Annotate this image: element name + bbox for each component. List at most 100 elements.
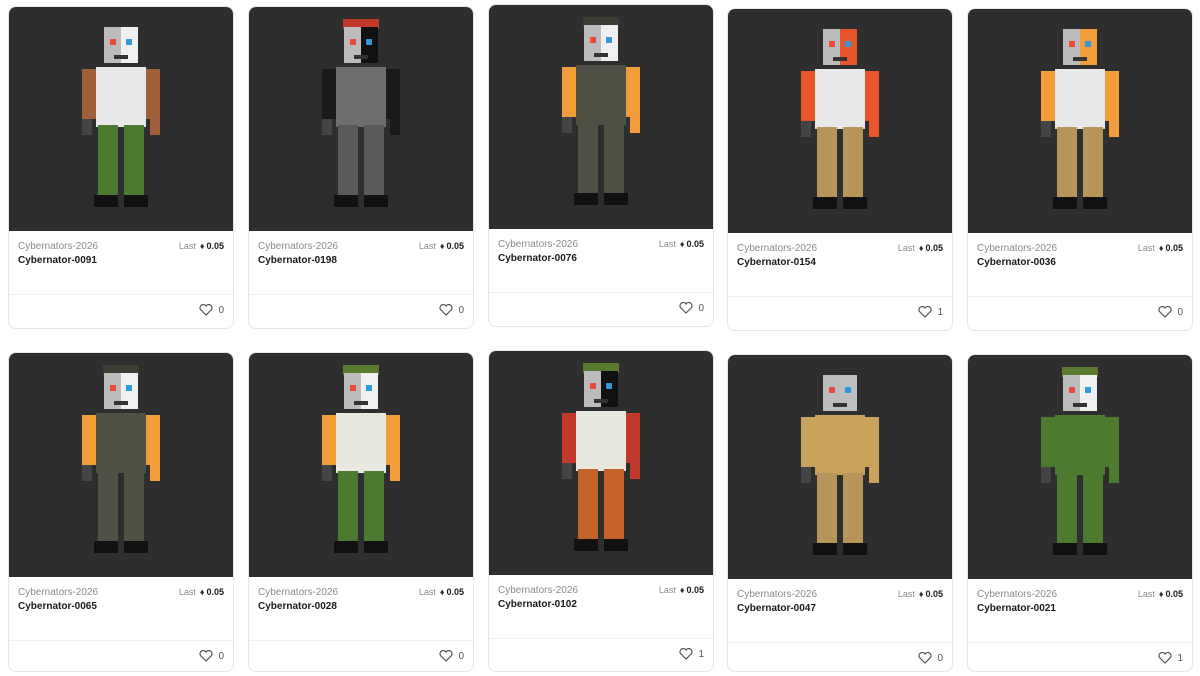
like-button[interactable]: 0 xyxy=(439,304,464,316)
eye-shape xyxy=(126,385,132,391)
like-button[interactable]: 0 xyxy=(439,650,464,662)
like-button[interactable]: 1 xyxy=(918,306,943,318)
eth-icon: ♦ xyxy=(199,241,205,251)
eye-shape xyxy=(126,39,132,45)
item-name[interactable]: Cybernator-0047 xyxy=(737,603,943,614)
nft-image[interactable] xyxy=(249,353,473,577)
character-art xyxy=(322,19,400,207)
right-boot-shape xyxy=(843,543,867,555)
left-hand-shape xyxy=(82,119,92,135)
nft-card[interactable]: Cybernators-2026 Cybernator-0091 Last ♦ 0.05… xyxy=(8,6,234,329)
left-arm-shape xyxy=(322,69,336,119)
nft-card[interactable]: Cybernators-2026 Cybernator-0102 Last ♦ 0.05… xyxy=(488,350,714,672)
item-name[interactable]: Cybernator-0154 xyxy=(737,257,943,268)
like-count: 0 xyxy=(218,650,224,662)
left-leg-shape xyxy=(578,123,598,193)
item-name[interactable]: Cybernator-0198 xyxy=(258,255,464,266)
last-price: Last ♦ 0.05 xyxy=(178,587,224,597)
left-arm-shape xyxy=(562,67,576,117)
item-name[interactable]: Cybernator-0076 xyxy=(498,253,704,264)
item-name[interactable]: Cybernator-0028 xyxy=(258,601,464,612)
nft-image[interactable] xyxy=(968,9,1192,233)
right-boot-shape xyxy=(1083,543,1107,555)
nft-image[interactable] xyxy=(489,5,713,229)
like-button[interactable]: 0 xyxy=(679,302,704,314)
like-button[interactable]: 1 xyxy=(679,648,704,660)
heart-icon xyxy=(679,648,694,660)
red-eye-shape xyxy=(110,39,116,45)
nft-image[interactable] xyxy=(489,351,713,575)
torso-shape xyxy=(96,67,146,127)
right-hand-shape xyxy=(869,121,879,137)
torso-shape xyxy=(1055,415,1105,475)
item-name[interactable]: Cybernator-0036 xyxy=(977,257,1183,268)
nft-image[interactable] xyxy=(728,355,952,579)
like-count: 1 xyxy=(1177,652,1183,664)
left-hand-shape xyxy=(801,121,811,137)
heart-icon xyxy=(1158,652,1173,664)
character-art xyxy=(322,365,400,553)
nft-image[interactable] xyxy=(249,7,473,231)
last-price: Last ♦ 0.05 xyxy=(897,589,943,599)
left-boot-shape xyxy=(1053,197,1077,209)
character-art xyxy=(801,29,879,209)
item-name[interactable]: Cybernator-0091 xyxy=(18,255,224,266)
red-eye-shape xyxy=(350,385,356,391)
like-button[interactable]: 0 xyxy=(918,652,943,664)
nft-image[interactable] xyxy=(968,355,1192,579)
left-boot-shape xyxy=(94,541,118,553)
eye-shape xyxy=(845,41,851,47)
left-hand-shape xyxy=(562,117,572,133)
mouth-shape xyxy=(833,57,847,61)
right-boot-shape xyxy=(1083,197,1107,209)
right-leg-shape xyxy=(364,125,384,195)
left-leg-shape xyxy=(338,471,358,541)
torso-shape xyxy=(336,67,386,127)
nft-card[interactable]: Cybernators-2026 Cybernator-0036 Last ♦ 0.05… xyxy=(967,8,1193,331)
nft-card[interactable]: Cybernators-2026 Cybernator-0021 Last ♦ 0.05… xyxy=(967,354,1193,672)
mouth-shape xyxy=(833,403,847,407)
right-boot-shape xyxy=(364,541,388,553)
like-button[interactable]: 0 xyxy=(199,650,224,662)
right-hand-shape xyxy=(150,465,160,481)
nft-card[interactable]: Cybernators-2026 Cybernator-0154 Last ♦ 0.05… xyxy=(727,8,953,331)
nft-card[interactable]: Cybernators-2026 Cybernator-0028 Last ♦ 0.05… xyxy=(248,352,474,672)
last-price: Last ♦ 0.05 xyxy=(1137,589,1183,599)
left-hand-shape xyxy=(322,119,332,135)
mouth-shape xyxy=(594,399,608,403)
eye-shape xyxy=(366,385,372,391)
right-arm-shape xyxy=(386,415,400,465)
left-leg-shape xyxy=(1057,473,1077,543)
last-price: Last ♦ 0.05 xyxy=(418,587,464,597)
eth-icon: ♦ xyxy=(918,589,924,599)
nft-card[interactable]: Cybernators-2026 Cybernator-0198 Last ♦ 0.05… xyxy=(248,6,474,329)
like-button[interactable]: 0 xyxy=(1158,306,1183,318)
item-name[interactable]: Cybernator-0021 xyxy=(977,603,1183,614)
nft-grid: Cybernators-2026 Cybernator-0091 Last ♦ 0.05… xyxy=(0,0,1200,676)
right-hand-shape xyxy=(1109,467,1119,483)
like-count: 1 xyxy=(698,648,704,660)
left-boot-shape xyxy=(574,539,598,551)
item-name[interactable]: Cybernator-0102 xyxy=(498,599,704,610)
right-arm-shape xyxy=(865,71,879,121)
last-price: Last ♦ 0.05 xyxy=(178,241,224,251)
like-button[interactable]: 0 xyxy=(199,304,224,316)
nft-card[interactable]: Cybernators-2026 Cybernator-0076 Last ♦ 0.05… xyxy=(488,4,714,327)
eye-shape xyxy=(1085,41,1091,47)
right-hand-shape xyxy=(390,465,400,481)
like-button[interactable]: 1 xyxy=(1158,652,1183,664)
nft-image[interactable] xyxy=(9,353,233,577)
right-arm-shape xyxy=(386,69,400,119)
eye-shape xyxy=(1085,387,1091,393)
mouth-shape xyxy=(114,55,128,59)
left-leg-shape xyxy=(817,127,837,197)
left-arm-shape xyxy=(1041,71,1055,121)
nft-image[interactable] xyxy=(728,9,952,233)
right-leg-shape xyxy=(843,127,863,197)
nft-card[interactable]: Cybernators-2026 Cybernator-0065 Last ♦ 0.05… xyxy=(8,352,234,672)
item-name[interactable]: Cybernator-0065 xyxy=(18,601,224,612)
nft-card[interactable]: Cybernators-2026 Cybernator-0047 Last ♦ 0.05… xyxy=(727,354,953,672)
red-eye-shape xyxy=(590,37,596,43)
heart-icon xyxy=(199,304,214,316)
nft-image[interactable] xyxy=(9,7,233,231)
